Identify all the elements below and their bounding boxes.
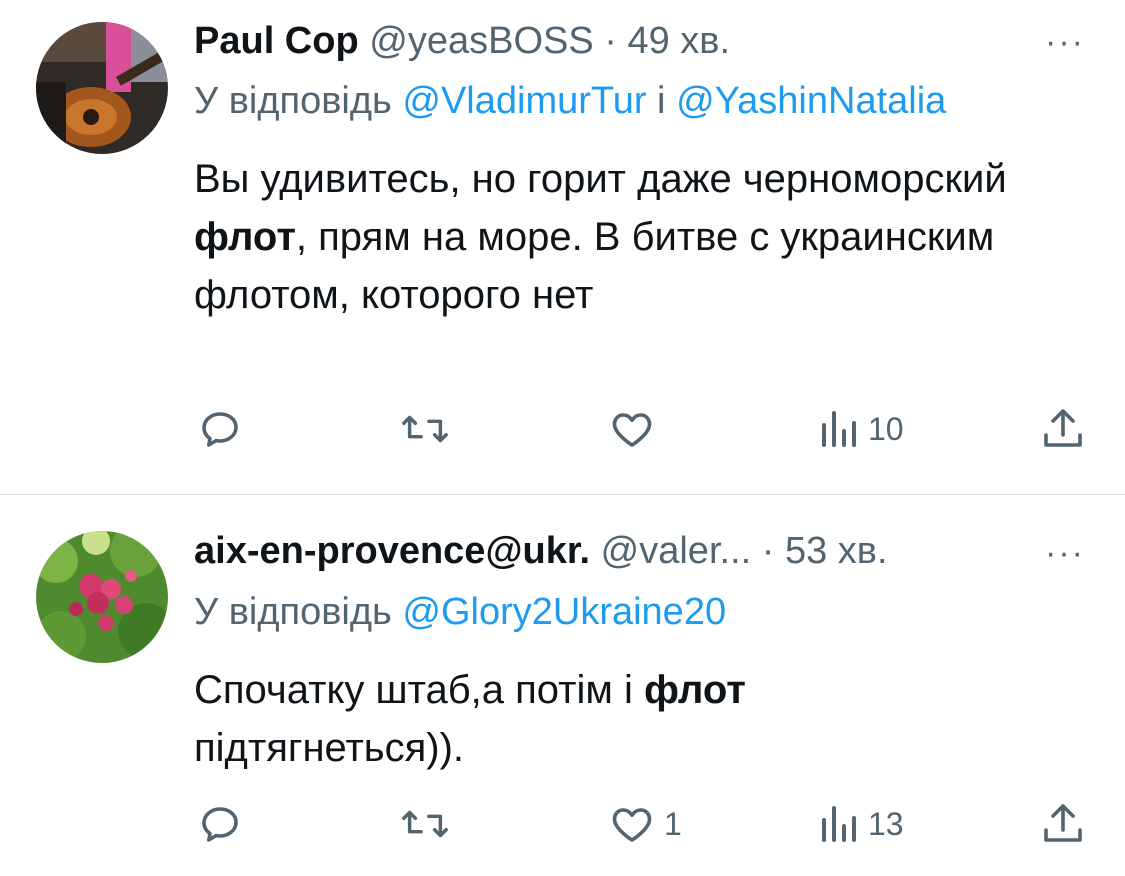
- user-handle[interactable]: @valer...: [601, 530, 752, 572]
- separator-dot: ·: [761, 530, 775, 572]
- avatar-image-flowers: [36, 531, 168, 663]
- action-bar: 1 13: [0, 799, 1125, 849]
- action-bar: 10: [0, 404, 1125, 454]
- tweet-text-part: Вы удивитесь, но горит даже черноморский: [194, 157, 1007, 201]
- tweet-text-part: , прям на море. В битве с украинским фло…: [194, 215, 995, 317]
- reply-button[interactable]: [196, 404, 252, 454]
- reply-icon: [202, 807, 238, 842]
- avatar[interactable]: [36, 22, 168, 154]
- tweet-text-highlight: флот: [643, 668, 746, 712]
- reply-context: У відповідь @VladimurTur і @YashinNatali…: [194, 78, 946, 124]
- share-icon: [1044, 409, 1082, 447]
- reply-icon: [202, 412, 238, 447]
- share-icon: [1044, 804, 1082, 842]
- avatar-image-guitar: [36, 22, 168, 154]
- tweet-text: Спочатку штаб,а потім і флот підтягнетьс…: [194, 661, 914, 777]
- tweet-text-part: підтягнеться)).: [194, 726, 465, 770]
- views-icon: [822, 411, 856, 447]
- retweet-button[interactable]: [400, 404, 458, 454]
- views-count: 13: [868, 805, 904, 842]
- like-icon: [612, 413, 652, 447]
- share-button[interactable]: [1040, 404, 1086, 454]
- avatar[interactable]: [36, 531, 168, 663]
- timestamp[interactable]: 53 хв.: [785, 530, 888, 572]
- reply-button[interactable]: [196, 799, 252, 849]
- reply-prefix: У відповідь: [194, 80, 392, 122]
- retweet-button[interactable]: [400, 799, 458, 849]
- like-count: 1: [664, 805, 682, 842]
- views-button[interactable]: 13: [818, 799, 904, 849]
- user-handle[interactable]: @yeasBOSS: [369, 20, 593, 62]
- views-icon: [822, 806, 856, 842]
- more-icon[interactable]: ···: [1045, 536, 1085, 570]
- mention-joiner: і: [657, 80, 666, 122]
- views-button[interactable]: 10: [818, 404, 904, 454]
- tweet-2[interactable]: aix-en-provence@ukr. @valer... · 53 хв. …: [0, 495, 1125, 876]
- retweet-icon: [402, 415, 448, 443]
- like-button[interactable]: 1: [608, 799, 682, 849]
- mention-link[interactable]: @Glory2Ukraine20: [402, 591, 726, 633]
- like-button[interactable]: [608, 404, 664, 454]
- mention-link[interactable]: @YashinNatalia: [676, 80, 946, 122]
- reply-context: У відповідь @Glory2Ukraine20: [194, 589, 726, 635]
- more-icon[interactable]: ···: [1045, 25, 1085, 59]
- mention-link[interactable]: @VladimurTur: [402, 80, 646, 122]
- tweet-text-part: Спочатку штаб,а потім і: [194, 668, 644, 712]
- reply-prefix: У відповідь: [194, 591, 392, 633]
- tweet-header: Paul Cop @yeasBOSS · 49 хв.: [194, 18, 1065, 64]
- share-button[interactable]: [1040, 799, 1086, 849]
- tweet-1[interactable]: Paul Cop @yeasBOSS · 49 хв. ··· У відпов…: [0, 0, 1125, 494]
- views-count: 10: [868, 410, 904, 447]
- retweet-icon: [402, 810, 448, 838]
- display-name[interactable]: aix-en-provence@ukr.: [194, 530, 590, 572]
- tweet-header: aix-en-provence@ukr. @valer... · 53 хв.: [194, 528, 1065, 574]
- like-icon: [612, 808, 652, 842]
- separator-dot: ·: [604, 20, 617, 62]
- display-name[interactable]: Paul Cop: [194, 20, 359, 62]
- timestamp[interactable]: 49 хв.: [627, 20, 730, 62]
- tweet-text: Вы удивитесь, но горит даже черноморский…: [194, 150, 1054, 324]
- tweet-text-highlight: флот: [194, 215, 296, 259]
